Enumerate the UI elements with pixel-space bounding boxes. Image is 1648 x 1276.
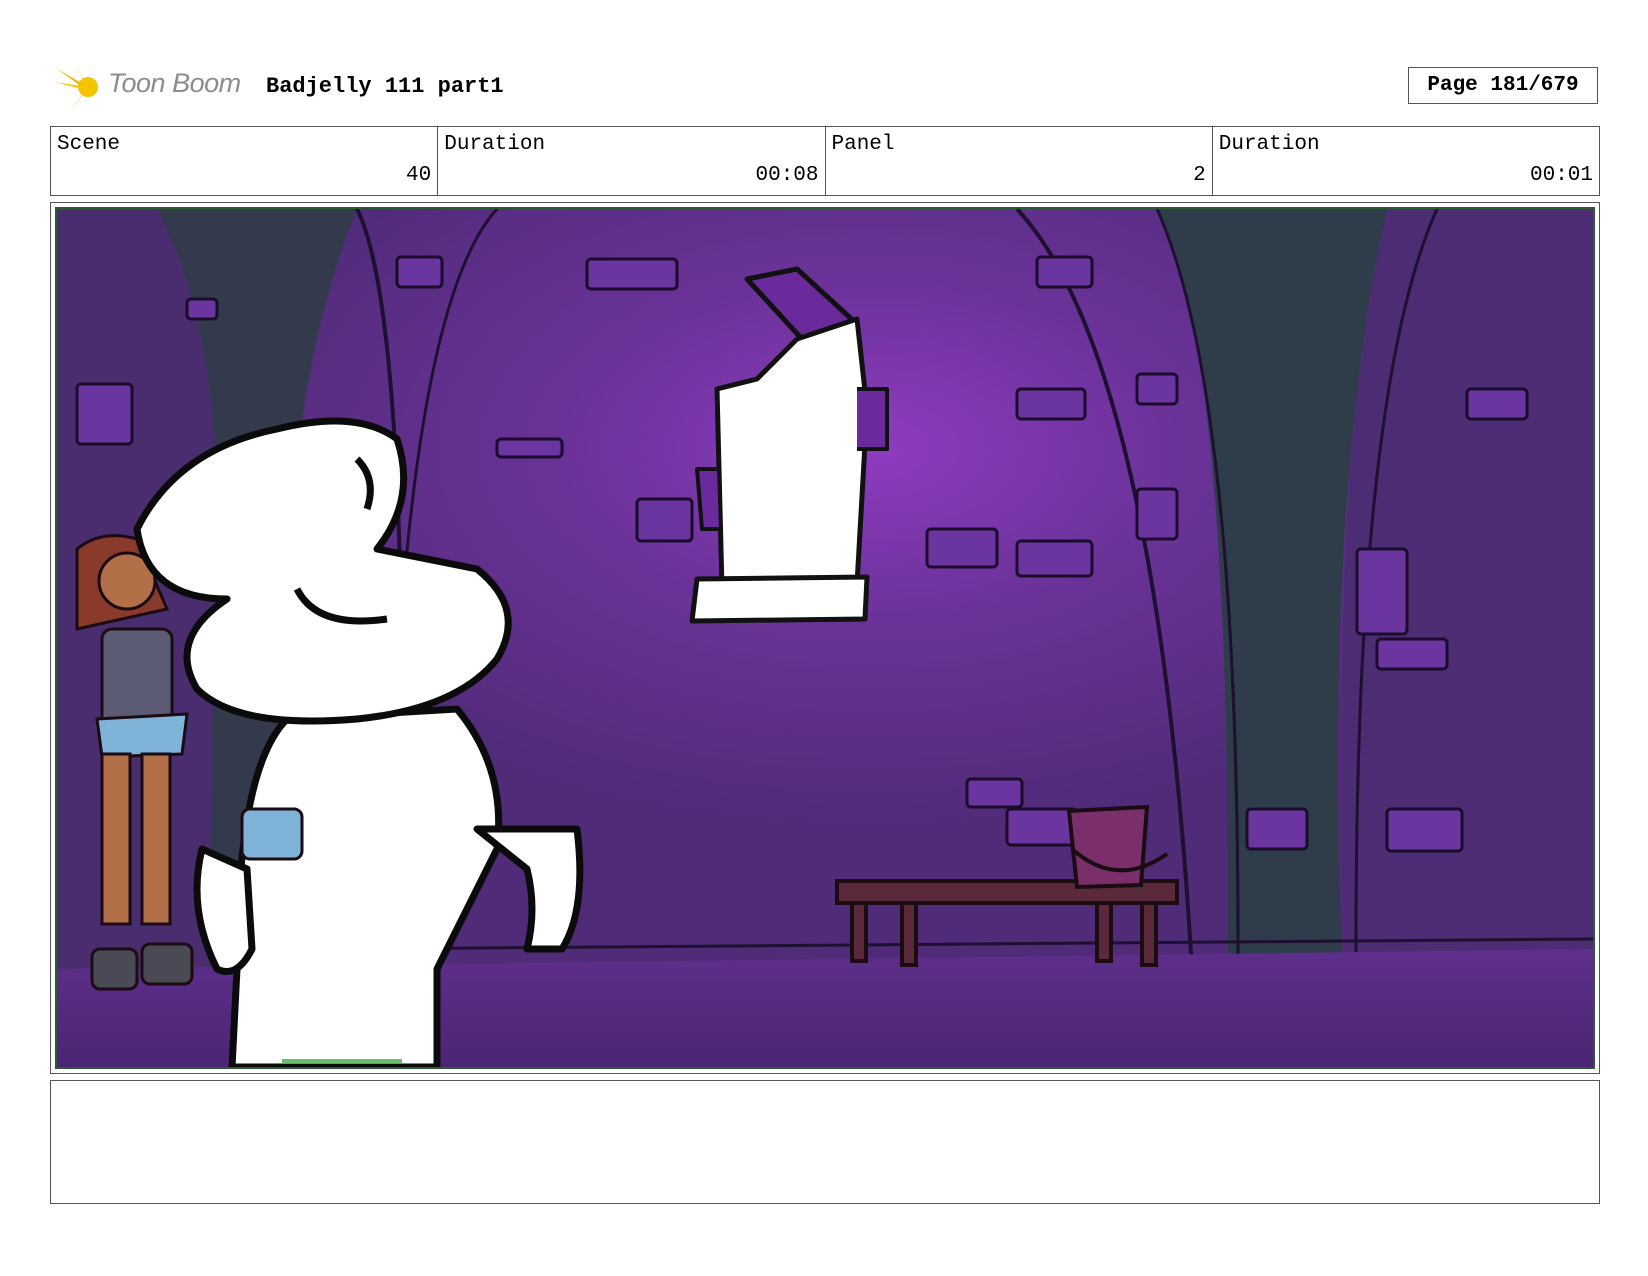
panel-cell: Panel 2 — [826, 127, 1213, 195]
project-title: Badjelly 111 part1 — [266, 74, 504, 99]
panel-frame — [50, 202, 1600, 1074]
panel-duration-value: 00:01 — [1529, 164, 1593, 187]
dungeon-scene-illustration — [57, 209, 1593, 1067]
panel-duration-cell: Duration 00:01 — [1213, 127, 1599, 195]
sun-icon — [54, 62, 98, 112]
scene-duration-label: Duration — [444, 133, 546, 156]
scene-duration-cell: Duration 00:08 — [438, 127, 826, 195]
scene-cell: Scene 40 — [51, 127, 439, 195]
scene-duration-value: 00:08 — [755, 164, 819, 187]
scene-value: 40 — [406, 164, 432, 187]
storyboard-panel-image — [55, 207, 1595, 1069]
panel-notes-box — [50, 1080, 1600, 1204]
scene-label: Scene — [57, 133, 121, 156]
marker-line — [282, 1059, 402, 1063]
panel-value: 2 — [1193, 164, 1206, 187]
panel-duration-label: Duration — [1218, 133, 1320, 156]
boy-character — [240, 807, 304, 861]
toon-boom-logo: Toon Boom — [54, 60, 250, 114]
page-number: Page 181/679 — [1408, 67, 1598, 104]
panel-label: Panel — [831, 133, 895, 156]
info-row: Scene 40 Duration 00:08 Panel 2 Duration… — [50, 126, 1600, 196]
logo-text: Toon Boom — [108, 68, 241, 98]
